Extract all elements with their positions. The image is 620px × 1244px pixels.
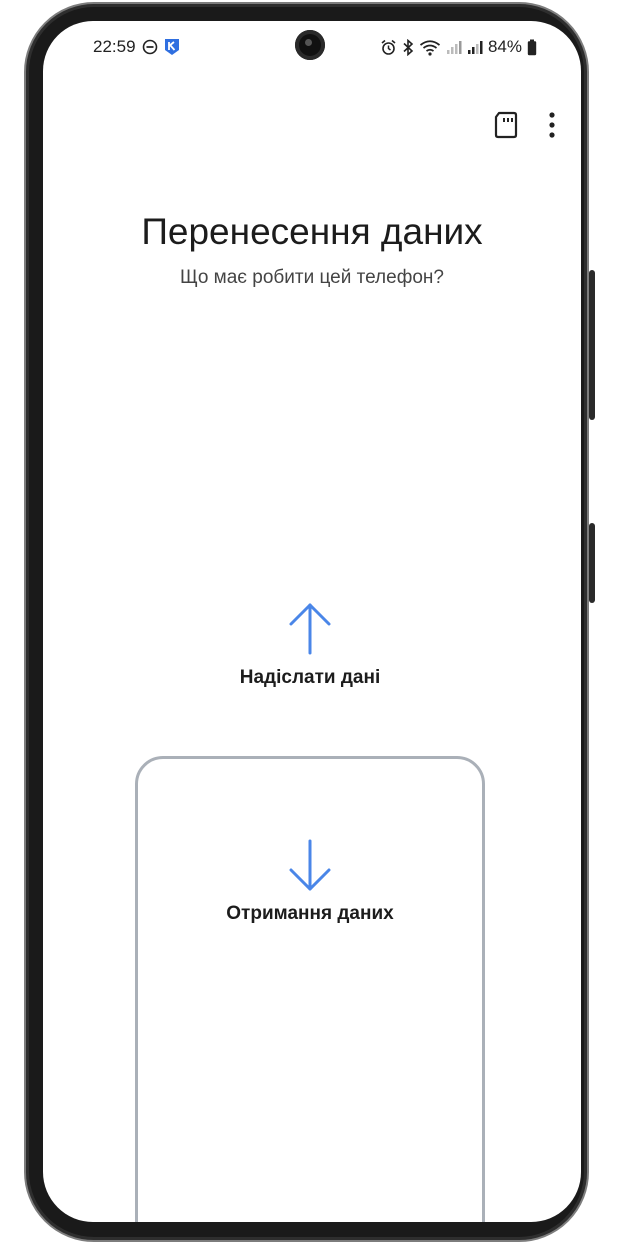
page-subtitle: Що має робити цей телефон? — [180, 267, 444, 288]
side-button — [589, 270, 595, 420]
battery-percent: 84% — [487, 37, 522, 56]
more-options-icon[interactable] — [549, 112, 555, 138]
sd-card-icon[interactable] — [493, 111, 519, 139]
status-time: 22:59 — [93, 37, 136, 56]
page-title: Перенесення даних — [141, 211, 483, 252]
side-button — [589, 523, 595, 603]
wifi-icon — [419, 39, 441, 56]
bluetooth-icon — [402, 38, 414, 56]
arrow-down-icon — [289, 839, 331, 891]
send-data-label: Надіслати дані — [239, 667, 381, 688]
receive-data-option[interactable]: Отримання даних — [135, 756, 485, 1222]
front-camera — [295, 30, 325, 60]
arrow-up-icon — [289, 603, 331, 655]
alarm-icon — [380, 39, 397, 56]
toolbar-actions — [493, 111, 555, 139]
signal-icon — [467, 39, 483, 55]
status-bar: 22:59 84% — [43, 21, 581, 71]
battery-icon — [527, 39, 537, 56]
receive-data-label: Отримання даних — [226, 903, 394, 924]
dnd-icon — [142, 39, 158, 55]
status-right: 84% — [380, 37, 537, 57]
app-notification-icon — [164, 38, 180, 56]
screen: 22:59 84% Перенесення даних Що має робит… — [43, 21, 581, 1222]
send-data-option[interactable]: Надіслати дані — [135, 601, 485, 711]
signal-icon — [446, 39, 462, 55]
status-left: 22:59 — [93, 37, 180, 57]
